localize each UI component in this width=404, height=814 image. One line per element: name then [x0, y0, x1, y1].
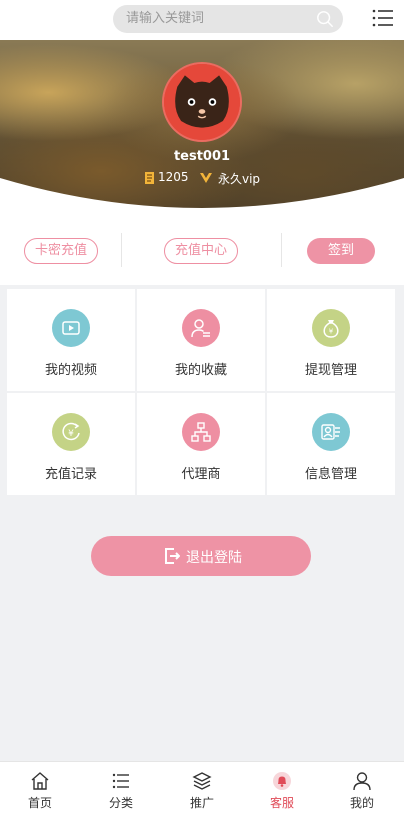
username: test001: [173, 149, 231, 164]
search-placeholder: 请输入关键词: [126, 11, 205, 26]
grid-item-label: 代理商: [181, 467, 221, 482]
grid-item-recharge-records[interactable]: ¥ 充值记录: [7, 393, 135, 495]
grid-item-label: 信息管理: [304, 467, 357, 482]
coin-count: 1205: [158, 170, 189, 184]
top-bar: 请输入关键词: [0, 0, 404, 40]
tab-promote[interactable]: 推广: [162, 762, 242, 814]
vip-status: 永久vip: [218, 172, 261, 186]
svg-text:¥: ¥: [68, 429, 74, 439]
user-icon: [353, 772, 371, 791]
tab-label: 推广: [189, 796, 214, 810]
grid-item-my-videos[interactable]: 我的视频: [7, 289, 135, 391]
grid-item-label: 提现管理: [304, 363, 357, 378]
coin-icon: [145, 172, 154, 184]
bottom-tab-bar: 首页 分类 推广 客服 我的: [0, 761, 404, 814]
search-input[interactable]: 请输入关键词: [113, 5, 343, 33]
feature-grid: 我的视频 我的收藏 ¥ 提现管理 ¥ 充值记录 代理商 信息管理: [7, 289, 395, 495]
tab-label: 我的: [349, 796, 374, 810]
tab-customer-service[interactable]: 客服: [242, 762, 322, 814]
tab-label: 分类: [108, 796, 133, 810]
grid-item-label: 充值记录: [44, 467, 97, 482]
profile-header: test001 1205 永久vip: [0, 40, 404, 215]
divider: [121, 233, 122, 267]
category-list-icon: [112, 773, 129, 789]
profile-stats: 1205 永久vip: [0, 170, 404, 188]
tab-label: 首页: [27, 796, 52, 810]
search-icon[interactable]: [316, 10, 334, 28]
tab-mine[interactable]: 我的: [322, 762, 402, 814]
logout-label: 退出登陆: [186, 550, 242, 566]
list-menu-icon[interactable]: [372, 8, 394, 28]
grid-item-label: 我的视频: [44, 363, 97, 378]
video-icon: [62, 321, 80, 335]
grid-item-info-management[interactable]: 信息管理: [267, 393, 395, 495]
bell-icon: [273, 772, 291, 790]
action-row: 卡密充值 充值中心 签到: [0, 215, 404, 285]
user-favorite-icon: [191, 319, 210, 338]
tab-home[interactable]: 首页: [0, 762, 80, 814]
agent-network-icon: [191, 422, 211, 442]
money-bag-icon: ¥: [323, 320, 339, 338]
sign-in-button[interactable]: 签到: [307, 238, 375, 264]
cat-avatar-icon: [164, 64, 240, 140]
card-recharge-button[interactable]: 卡密充值: [24, 238, 98, 264]
vip-icon: [200, 173, 212, 183]
divider: [281, 233, 282, 267]
user-info-icon: [321, 424, 340, 440]
logout-button[interactable]: 退出登陆: [91, 536, 311, 576]
grid-item-my-favorites[interactable]: 我的收藏: [137, 289, 265, 391]
layers-icon: [192, 772, 212, 790]
svg-text:¥: ¥: [329, 328, 334, 336]
logout-icon: [165, 548, 180, 564]
tab-category[interactable]: 分类: [81, 762, 161, 814]
grid-item-agent[interactable]: 代理商: [137, 393, 265, 495]
grid-item-label: 我的收藏: [174, 363, 227, 378]
recharge-center-button[interactable]: 充值中心: [164, 238, 238, 264]
recharge-record-icon: ¥: [62, 422, 80, 441]
tab-label: 客服: [269, 796, 294, 810]
grid-item-withdraw[interactable]: ¥ 提现管理: [267, 289, 395, 391]
avatar[interactable]: [162, 62, 242, 142]
home-icon: [31, 772, 49, 790]
